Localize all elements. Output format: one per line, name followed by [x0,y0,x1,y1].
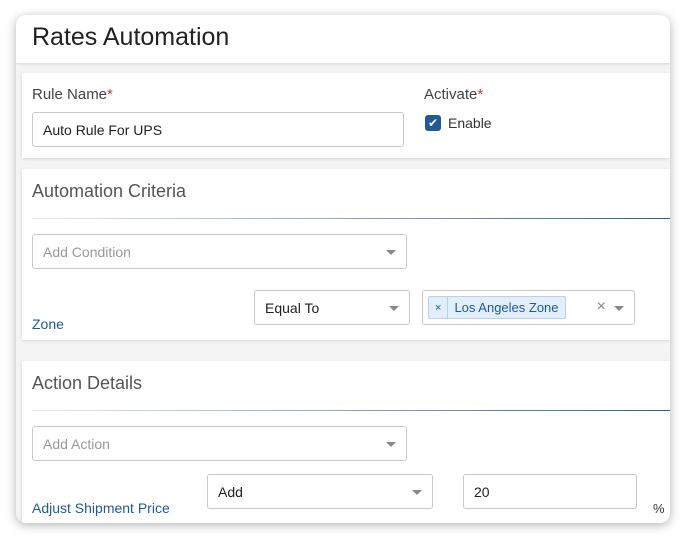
zone-label: Zone [32,316,64,332]
rule-name-label: Rule Name* [32,86,113,103]
adjust-price-label: Adjust Shipment Price [32,500,170,516]
rates-automation-card: Rates Automation Rule Name* Auto Rule Fo… [16,15,670,523]
chevron-down-icon [614,305,624,311]
rule-panel: Rule Name* Auto Rule For UPS Activate* ✔… [22,73,670,158]
zone-tag: × Los Angeles Zone [428,296,566,319]
activate-label: Activate* [424,86,484,103]
header-panel: Rates Automation [16,15,670,63]
enable-label[interactable]: Enable [448,115,492,131]
chevron-down-icon [412,489,422,495]
actions-panel: Action Details Add Action Adjust Shipmen… [22,361,670,523]
check-icon: ✔ [427,116,439,130]
rule-name-input[interactable]: Auto Rule For UPS [32,112,404,147]
price-value-input[interactable]: 20 [463,474,637,509]
action-operator-select[interactable]: Add [207,474,433,509]
divider [32,218,670,219]
chevron-down-icon [386,249,396,255]
criteria-panel: Automation Criteria Add Condition Zone E… [22,169,670,340]
unit-label: % [653,501,665,516]
add-condition-select[interactable]: Add Condition [32,234,407,269]
operator-select[interactable]: Equal To [254,290,410,325]
divider [32,410,670,411]
actions-title: Action Details [32,373,143,393]
zone-multiselect[interactable]: × Los Angeles Zone × [422,290,635,325]
enable-checkbox[interactable]: ✔ [425,115,441,131]
criteria-title: Automation Criteria [32,181,187,201]
remove-tag-icon[interactable]: × [429,297,449,318]
page-title: Rates Automation [32,23,230,51]
add-action-select[interactable]: Add Action [32,426,407,461]
chevron-down-icon [389,305,399,311]
clear-icon[interactable]: × [597,298,606,316]
chevron-down-icon [386,441,396,447]
